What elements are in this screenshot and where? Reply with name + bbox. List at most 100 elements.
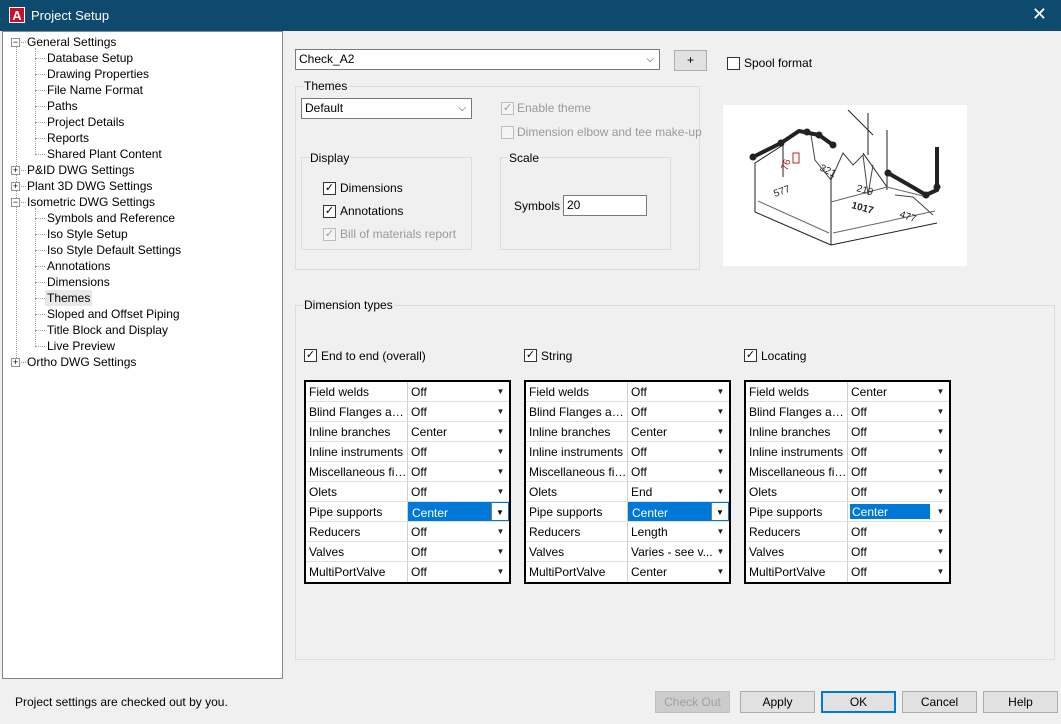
row-value-dropdown[interactable]: Center ▼ (628, 422, 729, 441)
tree-item[interactable]: Database Setup (3, 50, 281, 66)
row-value-dropdown[interactable]: Center ▼ (848, 502, 949, 521)
tree-item[interactable]: Project Details (3, 114, 281, 130)
tree-item[interactable]: Reports (3, 130, 281, 146)
dropdown-arrow-icon[interactable]: ▼ (932, 502, 949, 521)
row-value-dropdown[interactable]: Center ▼ (628, 562, 729, 582)
locating-checkbox[interactable]: ✓ (744, 349, 757, 362)
row-value-dropdown[interactable]: Center ▼ (628, 502, 729, 521)
elbow-tee-checkbox[interactable] (501, 126, 514, 139)
iso-style-combo[interactable]: Check_A2 ⌵ (295, 49, 660, 70)
row-value-dropdown[interactable]: Off ▼ (848, 422, 949, 441)
dropdown-arrow-icon[interactable]: ▼ (712, 542, 729, 561)
dropdown-arrow-icon[interactable]: ▼ (712, 402, 729, 421)
tree-item[interactable]: + P&ID DWG Settings (3, 162, 281, 178)
row-value-dropdown[interactable]: Center ▼ (408, 502, 509, 521)
row-value-dropdown[interactable]: Off ▼ (408, 442, 509, 461)
row-value-dropdown[interactable]: Off ▼ (628, 442, 729, 461)
row-value-dropdown[interactable]: Varies - see v... ▼ (628, 542, 729, 561)
help-button[interactable]: Help (983, 691, 1058, 713)
tree-item[interactable]: Title Block and Display (3, 322, 281, 338)
tree-item[interactable]: Shared Plant Content (3, 146, 281, 162)
row-value-dropdown[interactable]: Off ▼ (408, 522, 509, 541)
theme-combo[interactable]: Default ⌵ (301, 98, 472, 119)
row-value-dropdown[interactable]: Off ▼ (408, 462, 509, 481)
row-value-dropdown[interactable]: Off ▼ (408, 542, 509, 561)
dropdown-arrow-icon[interactable]: ▼ (712, 482, 729, 501)
tree-item[interactable]: + Plant 3D DWG Settings (3, 178, 281, 194)
row-value-dropdown[interactable]: Center ▼ (408, 422, 509, 441)
annotations-checkbox[interactable]: ✓ (323, 205, 336, 218)
dimensions-checkbox[interactable]: ✓ (323, 182, 336, 195)
row-value-dropdown[interactable]: Length ▼ (628, 522, 729, 541)
dropdown-arrow-icon[interactable]: ▼ (932, 522, 949, 541)
dropdown-arrow-icon[interactable]: ▼ (492, 522, 509, 541)
tree-item[interactable]: Themes (3, 290, 281, 306)
row-value-dropdown[interactable]: End ▼ (628, 482, 729, 501)
row-value-dropdown[interactable]: Off ▼ (628, 462, 729, 481)
dropdown-arrow-icon[interactable]: ▼ (932, 422, 949, 441)
tree-item[interactable]: File Name Format (3, 82, 281, 98)
dropdown-arrow-icon[interactable]: ▼ (492, 562, 509, 581)
enable-theme-checkbox[interactable]: ✓ (501, 102, 514, 115)
collapse-icon[interactable]: − (11, 198, 20, 207)
expand-icon[interactable]: + (11, 182, 20, 191)
row-value-dropdown[interactable]: Off ▼ (848, 402, 949, 421)
bom-checkbox[interactable]: ✓ (323, 228, 336, 241)
expand-icon[interactable]: + (11, 358, 20, 367)
string-checkbox[interactable]: ✓ (524, 349, 537, 362)
dropdown-arrow-icon[interactable]: ▼ (932, 462, 949, 481)
add-style-button[interactable]: + (674, 50, 707, 71)
row-value-dropdown[interactable]: Off ▼ (848, 522, 949, 541)
apply-button[interactable]: Apply (740, 691, 815, 713)
row-value-dropdown[interactable]: Off ▼ (408, 382, 509, 401)
row-value-dropdown[interactable]: Off ▼ (848, 482, 949, 501)
row-value-dropdown[interactable]: Off ▼ (408, 402, 509, 421)
row-value-dropdown[interactable]: Off ▼ (408, 482, 509, 501)
row-value-dropdown[interactable]: Off ▼ (848, 542, 949, 561)
dropdown-arrow-icon[interactable]: ▼ (932, 442, 949, 461)
tree-item[interactable]: Sloped and Offset Piping (3, 306, 281, 322)
symbols-scale-input[interactable]: 20 (563, 195, 647, 216)
row-value-dropdown[interactable]: Off ▼ (848, 562, 949, 582)
dropdown-arrow-icon[interactable]: ▼ (492, 542, 509, 561)
tree-item[interactable]: Symbols and Reference (3, 210, 281, 226)
settings-tree[interactable]: − General Settings Database Setup Drawing P… (2, 31, 283, 679)
dropdown-arrow-icon[interactable]: ▼ (712, 422, 729, 441)
row-value-dropdown[interactable]: Off ▼ (848, 442, 949, 461)
close-icon[interactable]: ✕ (1032, 4, 1047, 25)
row-value-dropdown[interactable]: Off ▼ (628, 402, 729, 421)
tree-item[interactable]: − Isometric DWG Settings (3, 194, 281, 210)
dropdown-arrow-icon[interactable]: ▼ (932, 542, 949, 561)
dropdown-arrow-icon[interactable]: ▼ (492, 422, 509, 441)
tree-item[interactable]: Drawing Properties (3, 66, 281, 82)
row-value-dropdown[interactable]: Off ▼ (848, 462, 949, 481)
dropdown-arrow-icon[interactable]: ▼ (932, 402, 949, 421)
dropdown-arrow-icon[interactable]: ▼ (492, 482, 509, 501)
row-value-dropdown[interactable]: Off ▼ (408, 562, 509, 582)
tree-item[interactable]: − General Settings (3, 34, 281, 50)
dropdown-arrow-icon[interactable]: ▼ (491, 503, 508, 520)
tree-item[interactable]: Live Preview (3, 338, 281, 354)
cancel-button[interactable]: Cancel (902, 691, 977, 713)
tree-item[interactable]: + Ortho DWG Settings (3, 354, 281, 370)
tree-item[interactable]: Iso Style Setup (3, 226, 281, 242)
tree-item[interactable]: Dimensions (3, 274, 281, 290)
dropdown-arrow-icon[interactable]: ▼ (932, 482, 949, 501)
dropdown-arrow-icon[interactable]: ▼ (492, 382, 509, 401)
spool-format-checkbox[interactable] (727, 57, 740, 70)
dropdown-arrow-icon[interactable]: ▼ (492, 442, 509, 461)
dropdown-arrow-icon[interactable]: ▼ (492, 402, 509, 421)
dropdown-arrow-icon[interactable]: ▼ (712, 562, 729, 581)
collapse-icon[interactable]: − (11, 38, 20, 47)
tree-item[interactable]: Iso Style Default Settings (3, 242, 281, 258)
dropdown-arrow-icon[interactable]: ▼ (932, 562, 949, 581)
dropdown-arrow-icon[interactable]: ▼ (712, 522, 729, 541)
dropdown-arrow-icon[interactable]: ▼ (712, 442, 729, 461)
row-value-dropdown[interactable]: Off ▼ (628, 382, 729, 401)
ok-button[interactable]: OK (821, 691, 896, 713)
dropdown-arrow-icon[interactable]: ▼ (932, 382, 949, 401)
dropdown-arrow-icon[interactable]: ▼ (711, 503, 728, 520)
dropdown-arrow-icon[interactable]: ▼ (492, 462, 509, 481)
row-value-dropdown[interactable]: Center ▼ (848, 382, 949, 401)
check-out-button[interactable]: Check Out (655, 691, 730, 713)
